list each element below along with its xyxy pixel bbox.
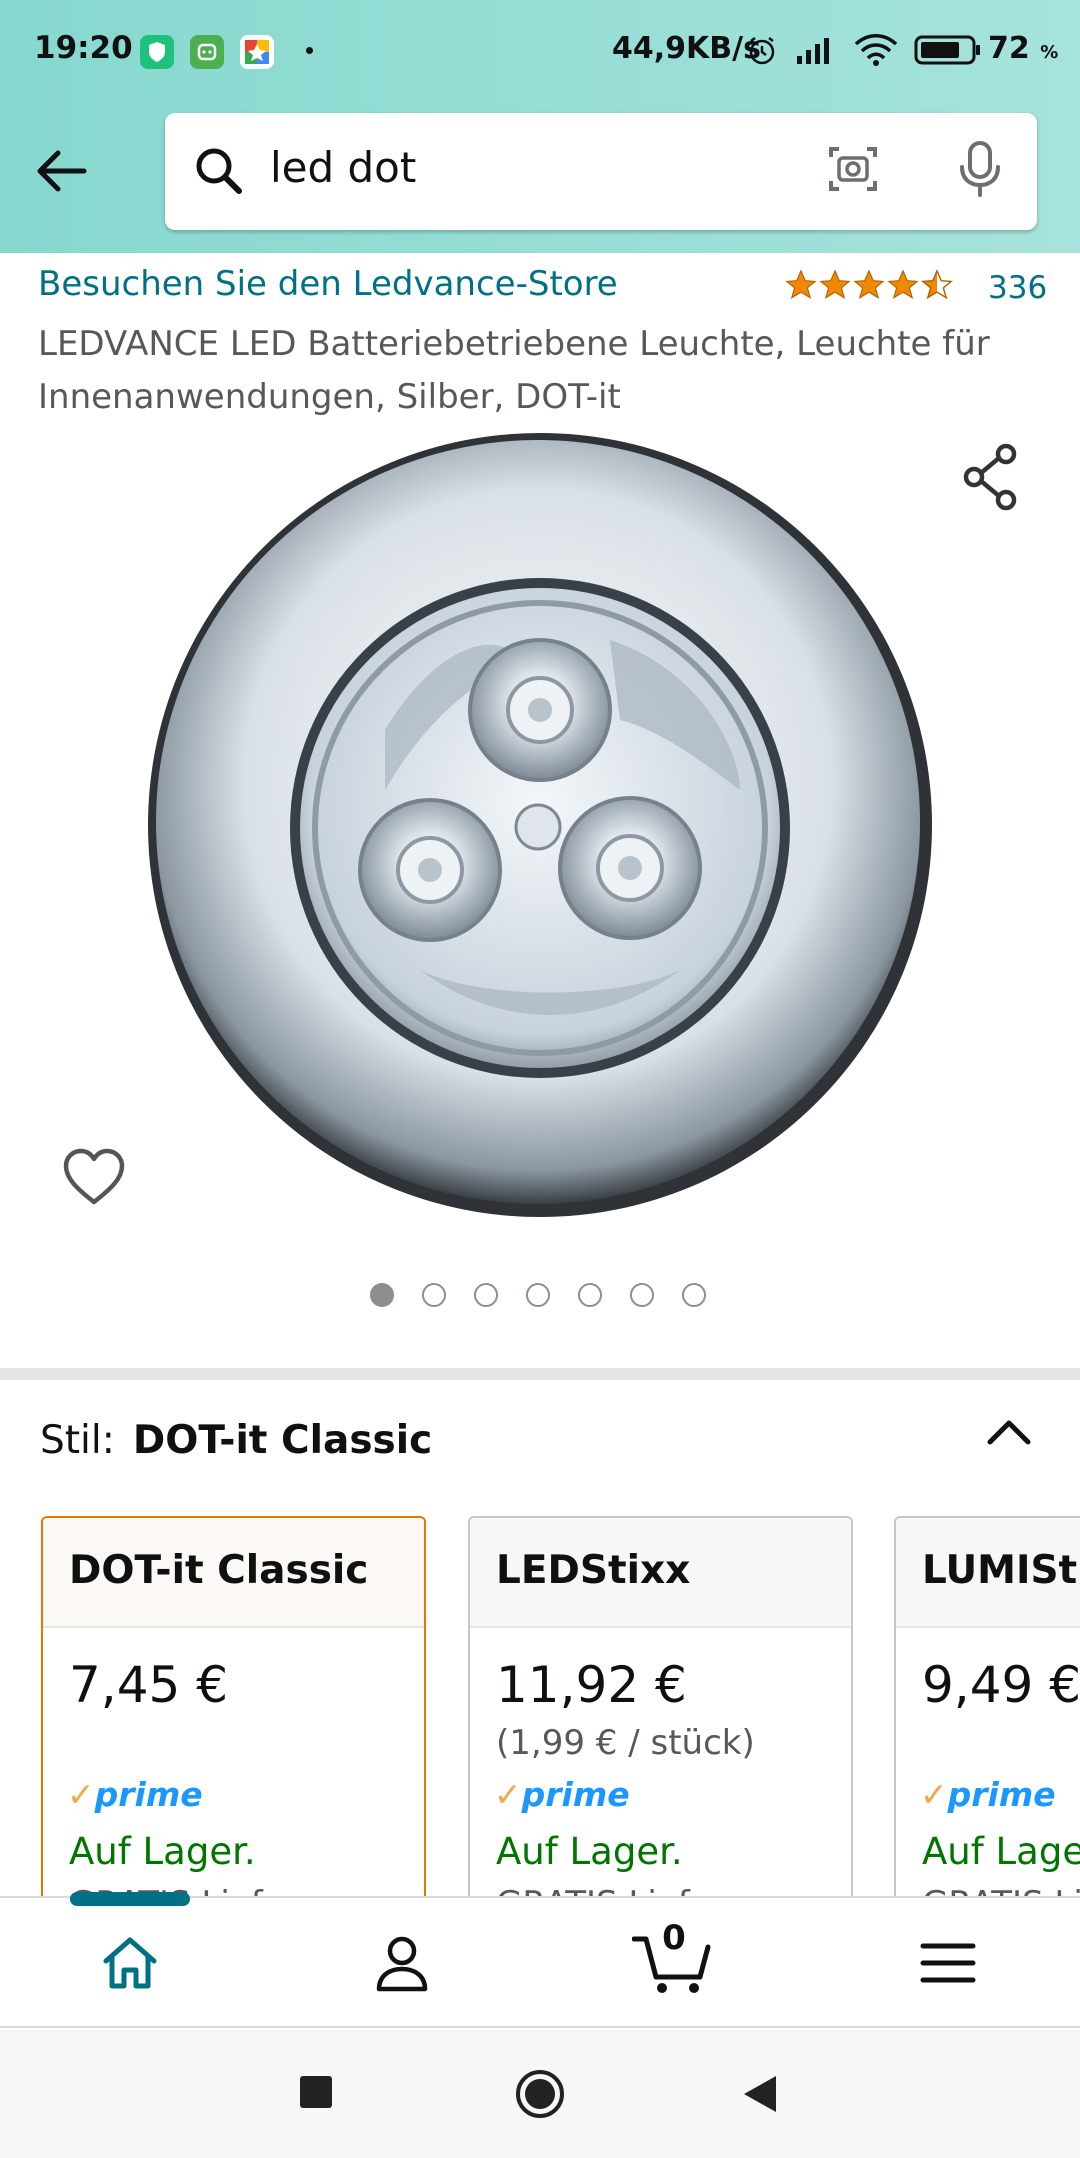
- signal-icon: [797, 38, 829, 64]
- nav-menu[interactable]: [908, 1928, 988, 1998]
- style-option-name: LUMIStixx: [896, 1518, 1080, 1628]
- share-icon[interactable]: [960, 442, 1024, 512]
- star-icon: [853, 269, 885, 299]
- system-navigation-bar: [0, 2030, 1080, 2158]
- shield-app-icon: [140, 35, 174, 69]
- wishlist-heart-icon[interactable]: [62, 1148, 126, 1208]
- star-icon: [785, 269, 817, 299]
- home-circle-icon[interactable]: [514, 2068, 566, 2120]
- style-value: DOT-it Classic: [132, 1418, 433, 1463]
- battery-level: 72 %: [988, 31, 1059, 66]
- style-label: Stil:: [40, 1418, 115, 1463]
- recents-square-icon[interactable]: [298, 2074, 334, 2110]
- carousel-dot[interactable]: [526, 1283, 550, 1307]
- stock-status: Auf Lager.: [69, 1830, 256, 1873]
- shipping-info: GRATIS Lief: [922, 1884, 1080, 1896]
- android-app-icon: [190, 35, 224, 69]
- carousel-dot[interactable]: [578, 1283, 602, 1307]
- nav-account[interactable]: [362, 1928, 442, 1998]
- prime-check-icon: ✓: [920, 1775, 948, 1814]
- chevron-up-icon[interactable]: [984, 1414, 1034, 1448]
- stock-status: Auf Lager.: [922, 1830, 1080, 1873]
- wifi-icon: [854, 34, 898, 66]
- carousel-dot[interactable]: [474, 1283, 498, 1307]
- style-option-card[interactable]: LEDStixx 11,92 € (1,99 € / stück) ✓prime…: [468, 1516, 853, 1896]
- prime-badge: ✓prime: [920, 1775, 1056, 1814]
- camera-scan-icon[interactable]: [825, 139, 881, 199]
- image-carousel-dots[interactable]: [0, 1283, 1080, 1307]
- carousel-dot[interactable]: [370, 1283, 394, 1307]
- prime-badge: ✓prime: [67, 1775, 203, 1814]
- search-bar[interactable]: led dot: [165, 113, 1037, 230]
- active-tab-indicator: [70, 1892, 190, 1906]
- search-icon: [196, 148, 242, 194]
- stock-status: Auf Lager.: [496, 1830, 683, 1873]
- style-option-name: LEDStixx: [470, 1518, 851, 1628]
- carousel-dot[interactable]: [422, 1283, 446, 1307]
- carousel-dot[interactable]: [630, 1283, 654, 1307]
- style-option-name: DOT-it Classic: [43, 1518, 424, 1628]
- search-input[interactable]: led dot: [270, 143, 416, 192]
- shipping-info: GRATIS Lief: [496, 1884, 690, 1896]
- back-triangle-icon[interactable]: [742, 2074, 778, 2114]
- account-icon: [376, 1936, 428, 1992]
- microphone-icon[interactable]: [955, 137, 1005, 201]
- screen: { "status_bar": { "time": "19:20", "netw…: [0, 0, 1080, 2158]
- alarm-icon: [749, 37, 775, 65]
- cart-count-badge: 0: [662, 1918, 686, 1958]
- status-dot: [306, 47, 313, 54]
- unit-price: (1,99 € / stück): [496, 1723, 755, 1763]
- nav-cart[interactable]: 0: [632, 1918, 712, 1998]
- home-icon: [103, 1937, 157, 1989]
- prime-check-icon: ✓: [494, 1775, 522, 1814]
- menu-icon: [920, 1943, 976, 1983]
- back-button[interactable]: [30, 140, 92, 202]
- star-icon: [887, 269, 919, 299]
- rating-count[interactable]: 336: [988, 270, 1047, 306]
- style-option-price: 7,45 €: [69, 1656, 229, 1714]
- bottom-navigation: 0: [0, 1892, 1080, 2028]
- prime-badge: ✓prime: [494, 1775, 630, 1814]
- style-selector-header[interactable]: Stil: DOT-it Classic: [40, 1418, 432, 1463]
- half-star-icon: [921, 269, 953, 300]
- status-time: 19:20: [34, 30, 133, 66]
- app-header: 19:20 44,9KB/s 72 % led dot: [0, 0, 1080, 253]
- style-option-card[interactable]: LUMIStixx 9,49 € ✓prime Auf Lager. GRATI…: [894, 1516, 1080, 1896]
- network-speed: 44,9KB/s: [612, 31, 761, 66]
- prime-check-icon: ✓: [67, 1775, 95, 1814]
- style-option-card[interactable]: DOT-it Classic 7,45 € ✓prime Auf Lager. …: [41, 1516, 426, 1896]
- style-option-price: 11,92 €: [496, 1656, 687, 1714]
- product-title: LEDVANCE LED Batteriebetriebene Leuchte,…: [38, 324, 990, 417]
- back-arrow-icon: [37, 150, 87, 192]
- photos-app-icon: [240, 35, 274, 69]
- nav-home[interactable]: [90, 1928, 170, 1998]
- carousel-dot[interactable]: [682, 1283, 706, 1307]
- status-bar: 19:20 44,9KB/s 72 %: [0, 0, 1080, 100]
- store-link[interactable]: Besuchen Sie den Ledvance-Store: [38, 264, 618, 304]
- rating-stars[interactable]: [784, 268, 954, 302]
- style-option-price: 9,49 €: [922, 1656, 1080, 1714]
- star-icon: [819, 269, 851, 299]
- section-divider: [0, 1368, 1080, 1380]
- battery-icon: [914, 35, 980, 65]
- style-options-list: DOT-it Classic 7,45 € ✓prime Auf Lager. …: [0, 1516, 1080, 1896]
- product-image[interactable]: [140, 430, 940, 1230]
